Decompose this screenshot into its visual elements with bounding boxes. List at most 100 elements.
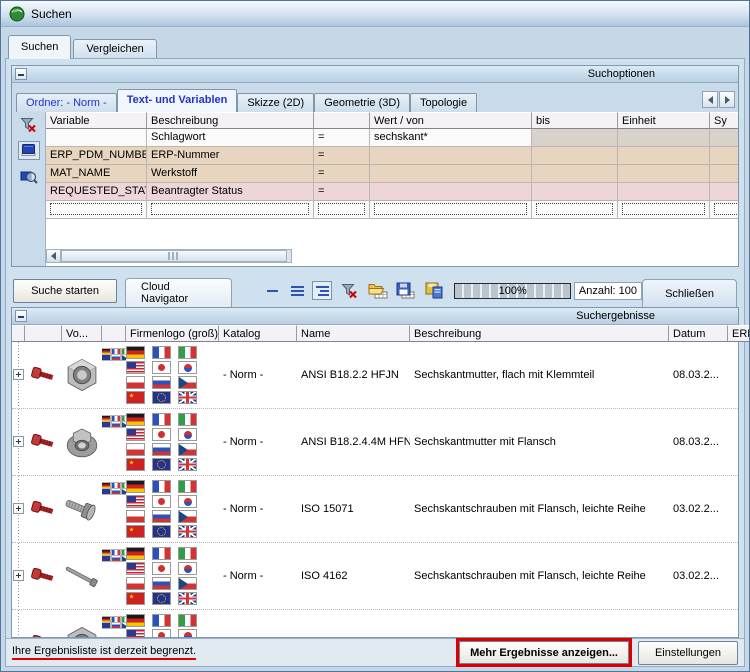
col-header-katalog[interactable]: Katalog bbox=[219, 325, 297, 342]
cell-einheit[interactable] bbox=[618, 147, 710, 165]
cell-sy[interactable] bbox=[710, 183, 738, 201]
new-condition-bis-input[interactable] bbox=[532, 201, 618, 219]
start-search-button[interactable]: Suche starten bbox=[13, 279, 117, 303]
tab-ordner[interactable]: Ordner: - Norm - bbox=[16, 93, 117, 112]
cell-wert[interactable] bbox=[370, 183, 532, 201]
col-header-datum[interactable]: Datum bbox=[669, 325, 728, 342]
cell-wert[interactable] bbox=[370, 165, 532, 183]
cell-operator[interactable]: = bbox=[314, 165, 370, 183]
cell-wert[interactable]: sechskant* bbox=[370, 129, 532, 147]
more-results-button[interactable]: Mehr Ergebnisse anzeigen... bbox=[459, 641, 629, 664]
tab-scroll-right-button[interactable] bbox=[719, 91, 735, 108]
collapse-search-options-button[interactable] bbox=[15, 68, 27, 80]
result-row[interactable] bbox=[12, 610, 738, 637]
view-compact-button[interactable] bbox=[262, 281, 282, 300]
tab-geometrie-3d[interactable]: Geometrie (3D) bbox=[314, 93, 410, 112]
view-list-button[interactable] bbox=[287, 281, 307, 300]
expand-icon[interactable] bbox=[13, 369, 24, 380]
col-header-operator[interactable] bbox=[314, 112, 370, 129]
close-button[interactable]: Schließen bbox=[642, 279, 737, 307]
col-header-name[interactable]: Name bbox=[297, 325, 410, 342]
result-row[interactable]: - Norm - ANSI B18.2.2 HFJN Sechskantmutt… bbox=[12, 342, 738, 409]
expand-icon[interactable] bbox=[13, 436, 24, 447]
flag-eu-icon bbox=[152, 525, 171, 538]
col-header-wert-von[interactable]: Wert / von bbox=[370, 112, 532, 129]
cell-operator[interactable]: = bbox=[314, 183, 370, 201]
save-results-button[interactable] bbox=[423, 281, 444, 300]
title-bar[interactable]: Suchen bbox=[1, 1, 749, 27]
cell-variable[interactable]: MAT_NAME bbox=[46, 165, 147, 183]
cell-bis[interactable] bbox=[532, 165, 618, 183]
cell-sy[interactable] bbox=[710, 147, 738, 165]
tab-vergleichen[interactable]: Vergleichen bbox=[73, 39, 157, 59]
description-cell: Sechskantschrauben mit Flansch, leichte … bbox=[410, 476, 669, 542]
scrollbar-thumb[interactable] bbox=[61, 250, 287, 262]
red-screw-icon bbox=[29, 366, 59, 385]
cell-beschreibung[interactable]: Werkstoff bbox=[147, 165, 314, 183]
cell-bis[interactable] bbox=[532, 147, 618, 165]
new-condition-wert-input[interactable] bbox=[370, 201, 532, 219]
tab-scroll-left-button[interactable] bbox=[702, 91, 718, 108]
tab-text-und-variablen[interactable]: Text- und Variablen bbox=[117, 89, 238, 112]
expand-icon[interactable] bbox=[13, 570, 24, 581]
cell-variable[interactable] bbox=[46, 129, 147, 147]
col-header-beschreibung[interactable]: Beschreibung bbox=[147, 112, 314, 129]
settings-button[interactable]: Einstellungen bbox=[638, 641, 738, 665]
save-search-button[interactable] bbox=[395, 281, 416, 300]
col-header-vorschau[interactable]: Vo... bbox=[62, 325, 102, 342]
cell-wert[interactable] bbox=[370, 147, 532, 165]
new-condition-operator-input[interactable] bbox=[314, 201, 370, 219]
col-header-variable[interactable]: Variable bbox=[46, 112, 147, 129]
cell-sy[interactable] bbox=[710, 165, 738, 183]
cell-bis[interactable] bbox=[532, 183, 618, 201]
result-count-field[interactable]: Anzahl: 100 bbox=[574, 282, 642, 300]
col-header-expand[interactable] bbox=[12, 325, 25, 342]
new-condition-beschreibung-input[interactable] bbox=[147, 201, 314, 219]
clear-filter-row-button[interactable] bbox=[18, 115, 40, 134]
flag-cn-icon bbox=[126, 391, 145, 404]
cell-beschreibung[interactable]: Beantragter Status bbox=[147, 183, 314, 201]
tab-skizze-2d[interactable]: Skizze (2D) bbox=[237, 93, 314, 112]
clear-results-filter-button[interactable] bbox=[339, 281, 360, 300]
erp-cell bbox=[728, 610, 738, 637]
catalog-cell: - Norm - bbox=[219, 543, 297, 609]
arrow-left-icon bbox=[704, 96, 713, 104]
result-row[interactable]: - Norm - ISO 15071 Sechskantschrauben mi… bbox=[12, 476, 738, 543]
cell-variable[interactable]: REQUESTED_STATE bbox=[46, 183, 147, 201]
result-row[interactable]: - Norm - ANSI B18.2.4.4M HFN Sechskantmu… bbox=[12, 409, 738, 476]
keyword-search-button[interactable] bbox=[18, 141, 40, 160]
cell-einheit[interactable] bbox=[618, 183, 710, 201]
cell-einheit bbox=[618, 129, 710, 147]
expand-icon[interactable] bbox=[13, 503, 24, 514]
result-row[interactable]: - Norm - ISO 4162 Sechskantschrauben mit… bbox=[12, 543, 738, 610]
flag-de-icon bbox=[126, 614, 145, 627]
scroll-left-button[interactable] bbox=[47, 250, 61, 262]
horizontal-scrollbar[interactable] bbox=[46, 249, 292, 263]
cell-operator[interactable]: = bbox=[314, 129, 370, 147]
cell-operator[interactable]: = bbox=[314, 147, 370, 165]
col-header-firmenlogo[interactable]: Firmenlogo (groß) bbox=[126, 325, 219, 342]
col-header-einheit[interactable]: Einheit bbox=[618, 112, 710, 129]
new-condition-sy-input[interactable] bbox=[710, 201, 738, 219]
cloud-navigator-tab[interactable]: Cloud Navigator bbox=[125, 278, 232, 307]
cell-einheit[interactable] bbox=[618, 165, 710, 183]
cell-beschreibung[interactable]: Schlagwort bbox=[147, 129, 314, 147]
col-header-bis[interactable]: bis bbox=[532, 112, 618, 129]
col-header-beschreibung[interactable]: Beschreibung bbox=[410, 325, 669, 342]
flag-de-icon bbox=[126, 547, 145, 560]
tab-topologie[interactable]: Topologie bbox=[410, 93, 477, 112]
new-condition-variable-input[interactable] bbox=[46, 201, 147, 219]
col-header-erp[interactable]: ERP-N bbox=[728, 325, 750, 342]
col-header-sy[interactable]: Sy bbox=[710, 112, 738, 129]
tab-suchen[interactable]: Suchen bbox=[8, 35, 71, 59]
date-cell: 03.02.2... bbox=[669, 543, 728, 609]
col-header-flags[interactable] bbox=[102, 325, 126, 342]
collapse-results-button[interactable] bbox=[15, 310, 27, 322]
new-condition-einheit-input[interactable] bbox=[618, 201, 710, 219]
cell-beschreibung[interactable]: ERP-Nummer bbox=[147, 147, 314, 165]
view-detail-button[interactable] bbox=[312, 281, 332, 300]
col-header-preview[interactable] bbox=[25, 325, 62, 342]
load-search-button[interactable] bbox=[367, 281, 388, 300]
cell-variable[interactable]: ERP_PDM_NUMBER bbox=[46, 147, 147, 165]
search-in-catalog-button[interactable] bbox=[18, 167, 40, 186]
